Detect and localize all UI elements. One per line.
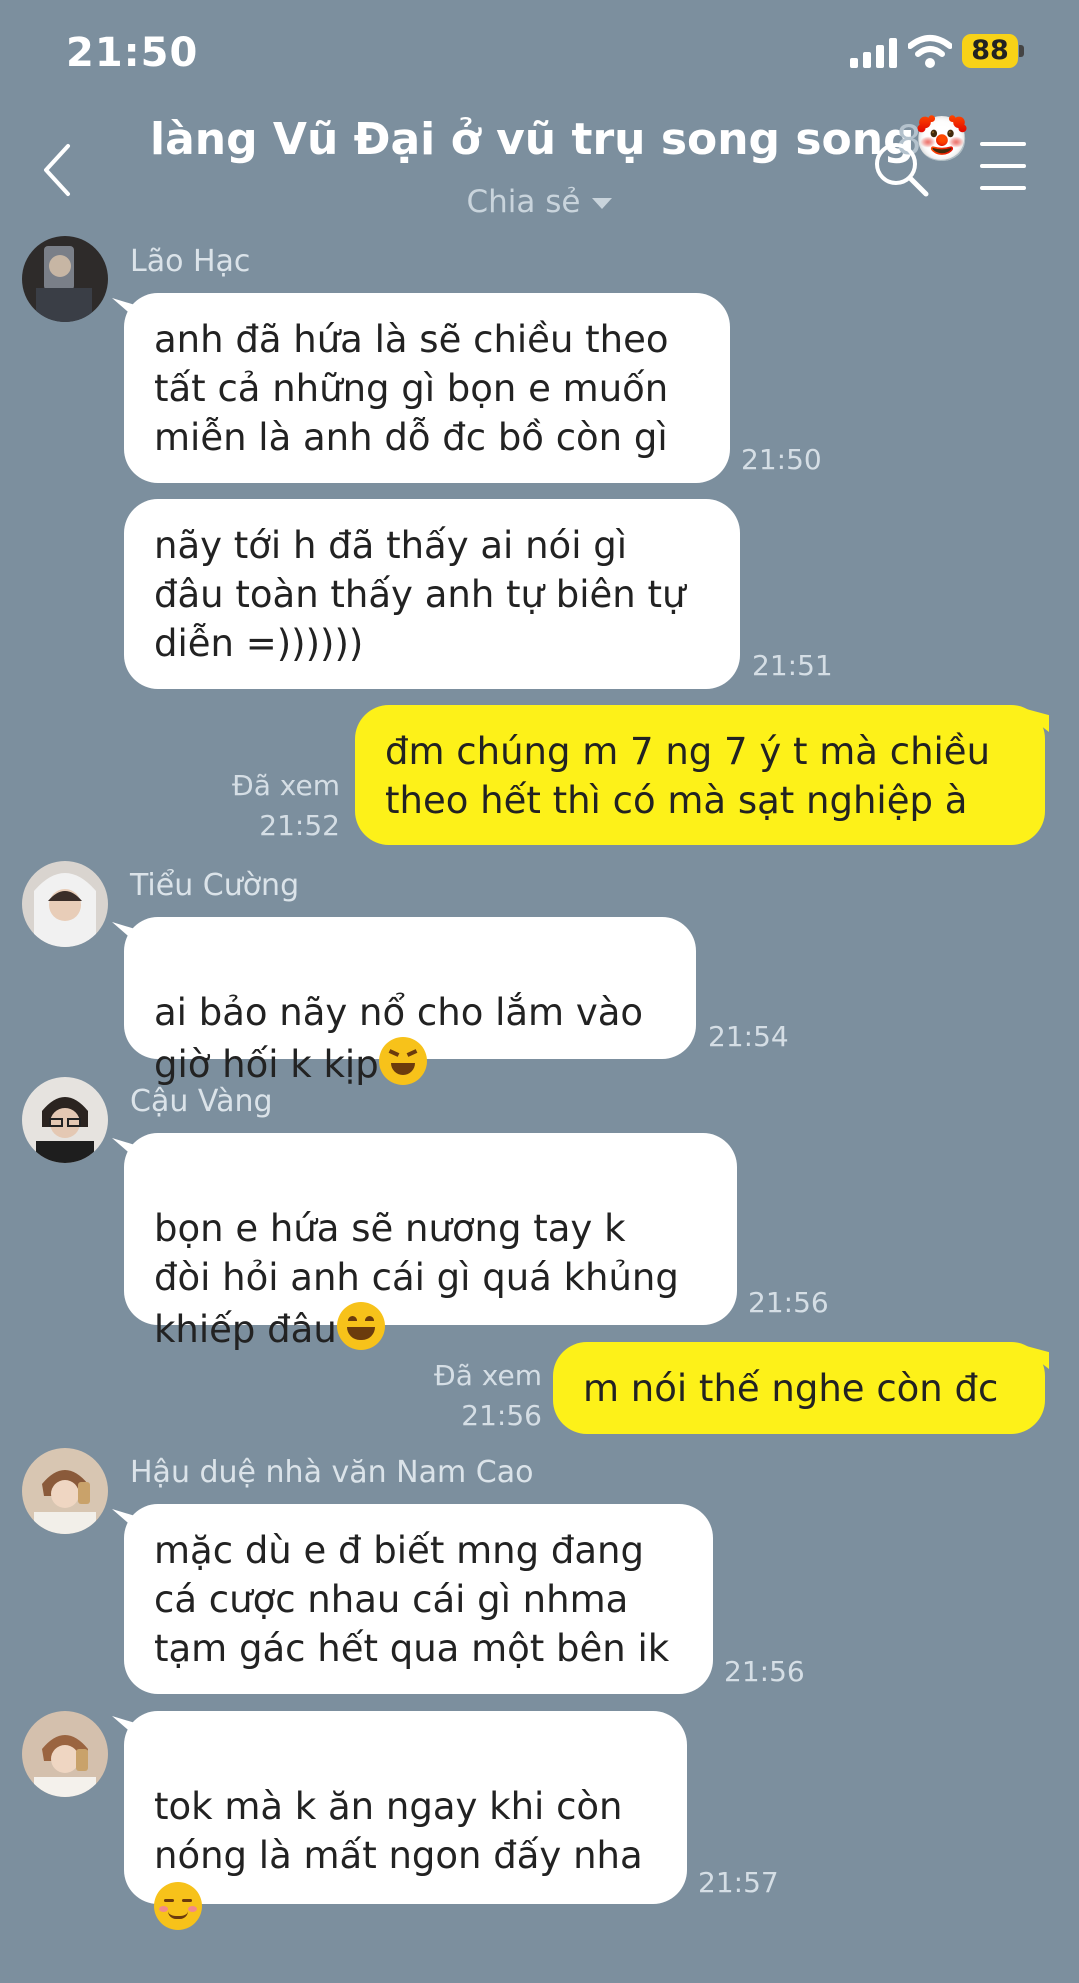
avatar[interactable] bbox=[22, 1077, 108, 1163]
cellular-signal-icon bbox=[850, 38, 897, 68]
message-time: 21:50 bbox=[741, 443, 822, 476]
message-bubble[interactable]: bọn e hứa sẽ nương tay k đòi hỏi anh cái… bbox=[124, 1133, 737, 1351]
message-time: 21:56 bbox=[724, 1655, 805, 1688]
seen-status: Đã xem 21:52 bbox=[200, 766, 340, 846]
message-bubble[interactable]: ai bảo nãy nổ cho lắm vào giờ hối k kịp bbox=[124, 917, 696, 1086]
message-time: 21:54 bbox=[708, 1020, 789, 1053]
battery-level: 88 bbox=[962, 34, 1018, 68]
message-time: 21:52 bbox=[259, 809, 340, 842]
share-label: Chia sẻ bbox=[466, 184, 581, 220]
sender-name: Hậu duệ nhà văn Nam Cao bbox=[130, 1455, 534, 1490]
smiling-face-emoji-icon bbox=[154, 1882, 202, 1930]
message-bubble[interactable]: m nói thế nghe còn đc bbox=[553, 1342, 1045, 1434]
chat-header: làng Vũ Đại ở vũ trụ song song🤡 8 Chia s… bbox=[0, 110, 1079, 230]
message-bubble[interactable]: nãy tới h đã thấy ai nói gì đâu toàn thấ… bbox=[124, 499, 740, 689]
wifi-icon bbox=[908, 35, 952, 68]
avatar[interactable] bbox=[22, 1711, 108, 1797]
search-icon[interactable] bbox=[872, 140, 932, 200]
message-time: 21:56 bbox=[748, 1286, 829, 1319]
message-text: bọn e hứa sẽ nương tay k đòi hỏi anh cái… bbox=[154, 1207, 679, 1351]
grinning-squinting-face-emoji-icon bbox=[378, 1037, 427, 1085]
status-bar: 21:50 88 bbox=[0, 0, 1079, 110]
seen-status: Đã xem 21:56 bbox=[420, 1356, 542, 1436]
message-bubble[interactable]: đm chúng m 7 ng 7 ý t mà chiều theo hết … bbox=[355, 705, 1045, 845]
message-time: 21:56 bbox=[461, 1399, 542, 1432]
message-time: 21:57 bbox=[698, 1866, 779, 1899]
chevron-down-icon bbox=[592, 198, 613, 209]
message-text: tok mà k ăn ngay khi còn nóng là mất ngo… bbox=[154, 1785, 643, 1877]
message-time: 21:51 bbox=[752, 649, 833, 682]
avatar[interactable] bbox=[22, 236, 108, 322]
sender-name: Cậu Vàng bbox=[130, 1084, 273, 1119]
status-time: 21:50 bbox=[66, 30, 199, 76]
beaming-face-emoji-icon bbox=[336, 1302, 385, 1350]
message-bubble[interactable]: mặc dù e đ biết mng đang cá cược nhau cá… bbox=[124, 1504, 713, 1694]
message-bubble[interactable]: tok mà k ăn ngay khi còn nóng là mất ngo… bbox=[124, 1711, 687, 1930]
avatar[interactable] bbox=[22, 1448, 108, 1534]
menu-icon[interactable] bbox=[980, 140, 1028, 190]
battery-cap bbox=[1019, 45, 1024, 57]
group-title[interactable]: làng Vũ Đại ở vũ trụ song song🤡 bbox=[150, 113, 969, 165]
message-bubble[interactable]: anh đã hứa là sẽ chiều theo tất cả những… bbox=[124, 293, 730, 483]
seen-label: Đã xem bbox=[434, 1359, 542, 1392]
battery-indicator: 88 bbox=[962, 34, 1024, 70]
sender-name: Lão Hạc bbox=[130, 244, 251, 279]
avatar[interactable] bbox=[22, 861, 108, 947]
seen-label: Đã xem bbox=[232, 769, 340, 802]
sender-name: Tiểu Cường bbox=[130, 868, 300, 903]
